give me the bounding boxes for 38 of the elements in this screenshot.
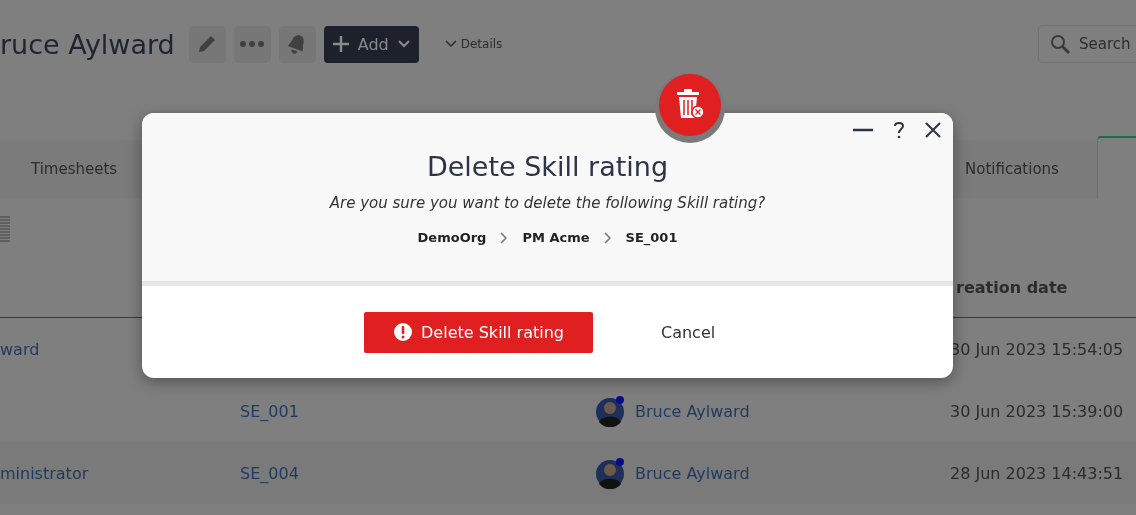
search-field[interactable]: Search <box>1038 25 1136 63</box>
close-icon[interactable] <box>925 122 941 138</box>
table-cell[interactable]: SE_001 <box>240 401 299 421</box>
dialog-message: Are you sure you want to delete the following Skill rating? <box>329 194 766 212</box>
table-cell: 30 Jun 2023 15:39:00 <box>950 401 1124 421</box>
warning-icon <box>393 322 414 342</box>
list-view-icon[interactable] <box>0 214 10 242</box>
tab[interactable] <box>1096 136 1136 198</box>
help-icon[interactable] <box>893 121 905 139</box>
more-icon <box>239 40 266 48</box>
user-link[interactable]: Bruce Aylward <box>635 401 750 421</box>
table-cell[interactable]: ward <box>0 339 40 359</box>
avatar-icon <box>595 395 627 427</box>
minimize-icon[interactable] <box>853 128 873 132</box>
chevron-icon <box>444 40 457 48</box>
table-cell[interactable]: ministrator <box>0 463 89 483</box>
search-icon <box>1048 32 1072 56</box>
user-link[interactable]: Bruce Aylward <box>635 463 750 483</box>
chevron-icon <box>500 231 509 244</box>
edit-button[interactable] <box>188 25 226 63</box>
breadcrumb-item: DemoOrg <box>417 230 487 245</box>
delete-button[interactable]: Delete Skill rating <box>364 311 593 353</box>
chevron-icon <box>603 231 612 244</box>
dialog-title: Delete Skill rating <box>426 151 669 182</box>
breadcrumb-item: PM Acme <box>522 230 590 245</box>
breadcrumb-item: SE_001 <box>625 230 678 245</box>
plus-icon <box>331 35 350 53</box>
details-toggle[interactable]: Details <box>444 37 503 51</box>
column-header[interactable]: reation date <box>956 278 1068 297</box>
caret-icon <box>396 39 411 49</box>
cancel-button[interactable]: Cancel <box>661 322 716 342</box>
bell-button[interactable] <box>278 25 316 63</box>
add-button[interactable]: Add <box>323 25 419 63</box>
avatar-icon <box>595 457 627 489</box>
page-title: ruce Aylward <box>0 28 175 60</box>
table-cell: 28 Jun 2023 14:43:51 <box>950 463 1124 483</box>
table-cell[interactable]: SE_004 <box>240 463 299 483</box>
more-button[interactable] <box>233 25 271 63</box>
